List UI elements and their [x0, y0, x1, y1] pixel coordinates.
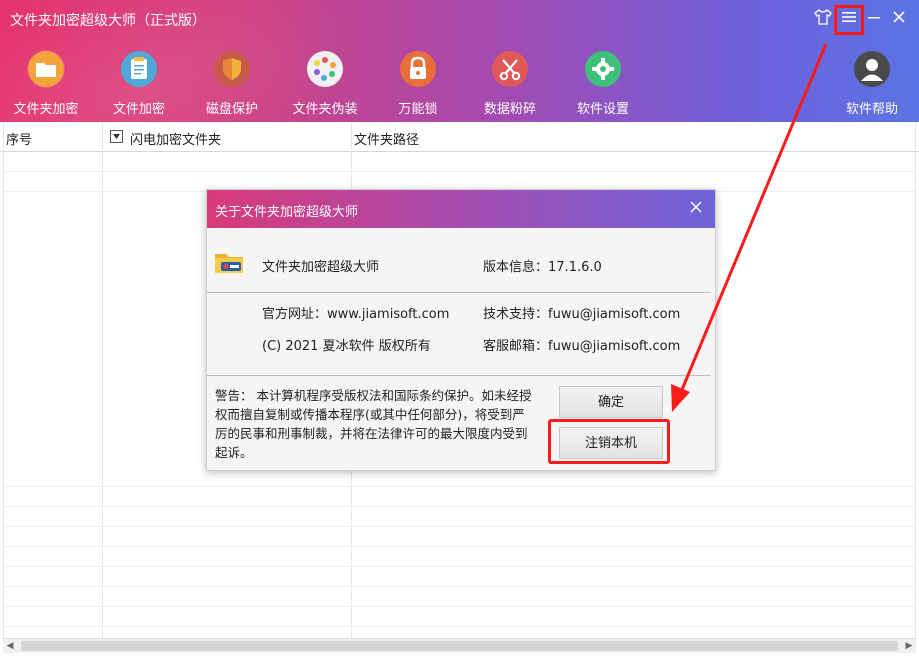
annotation-arrow [671, 43, 828, 412]
